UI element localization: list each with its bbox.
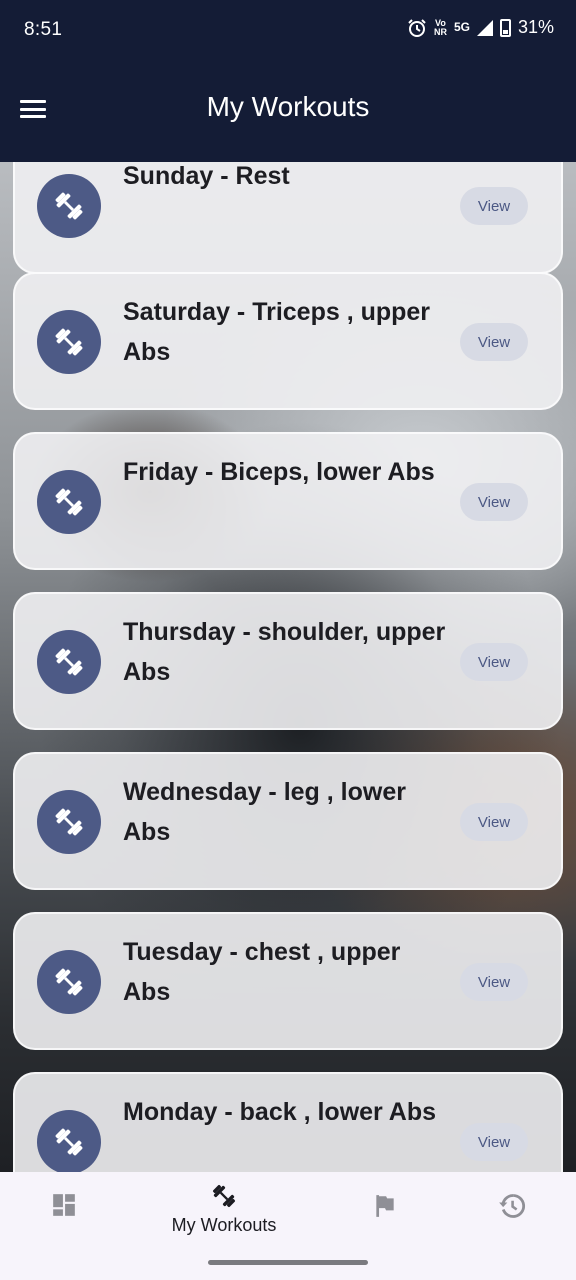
view-button[interactable]: View — [460, 1123, 528, 1161]
workout-title: Monday - back , lower Abs — [123, 1098, 437, 1126]
workout-title: Friday - Biceps, lower Abs — [123, 458, 435, 486]
app-header: 8:51 Vo NR 5G 31% My Workouts — [0, 0, 576, 162]
view-button[interactable]: View — [460, 963, 528, 1001]
workout-title: Tuesday - chest , upper Abs — [123, 938, 401, 1006]
status-time: 8:51 — [24, 19, 63, 40]
workout-card-thursday[interactable]: Thursday - shoulder, upper Abs View — [13, 592, 563, 730]
dumbbell-icon — [212, 1184, 236, 1208]
view-button[interactable]: View — [460, 643, 528, 681]
status-icons: Vo NR 5G 31% — [407, 17, 554, 38]
volte-indicator: Vo NR — [433, 17, 447, 37]
workout-card-monday[interactable]: Monday - back , lower Abs View — [13, 1072, 563, 1172]
nav-history[interactable] — [446, 1172, 576, 1252]
workout-list[interactable]: Sunday - Rest View Saturday - Triceps , … — [0, 162, 576, 1172]
battery-percent: 31% — [517, 17, 554, 37]
dumbbell-icon — [37, 950, 101, 1014]
dumbbell-icon — [37, 630, 101, 694]
nav-my-workouts[interactable]: My Workouts — [144, 1172, 304, 1252]
view-button[interactable]: View — [460, 483, 528, 521]
workout-title: Sunday - Rest — [123, 162, 290, 190]
alarm-icon — [408, 18, 426, 37]
workout-title: Wednesday - leg , lower Abs — [123, 778, 406, 846]
page-title: My Workouts — [206, 91, 370, 122]
gesture-handle[interactable] — [208, 1260, 368, 1265]
network-type: 5G — [453, 20, 470, 34]
view-button[interactable]: View — [460, 187, 528, 225]
history-icon — [499, 1194, 526, 1218]
view-button[interactable]: View — [460, 803, 528, 841]
workout-card-friday[interactable]: Friday - Biceps, lower Abs View — [13, 432, 563, 570]
dashboard-icon — [53, 1194, 75, 1216]
workout-card-saturday[interactable]: Saturday - Triceps , upper Abs View — [13, 272, 563, 410]
dumbbell-icon — [37, 790, 101, 854]
flag-icon — [376, 1195, 394, 1217]
workout-title: Saturday - Triceps , upper Abs — [123, 298, 431, 366]
signal-icon — [476, 19, 493, 36]
battery-icon — [499, 18, 511, 37]
nav-flag[interactable] — [320, 1172, 450, 1252]
dumbbell-icon — [37, 470, 101, 534]
dumbbell-icon — [37, 1110, 101, 1172]
workout-title: Thursday - shoulder, upper Abs — [123, 618, 446, 686]
dumbbell-icon — [37, 174, 101, 238]
nav-dashboard[interactable] — [0, 1172, 130, 1252]
dumbbell-icon — [37, 310, 101, 374]
workout-card-tuesday[interactable]: Tuesday - chest , upper Abs View — [13, 912, 563, 1050]
workout-card-sunday[interactable]: Sunday - Rest View — [13, 162, 563, 274]
view-button[interactable]: View — [460, 323, 528, 361]
workout-card-wednesday[interactable]: Wednesday - leg , lower Abs View — [13, 752, 563, 890]
nav-label: My Workouts — [171, 1215, 277, 1235]
